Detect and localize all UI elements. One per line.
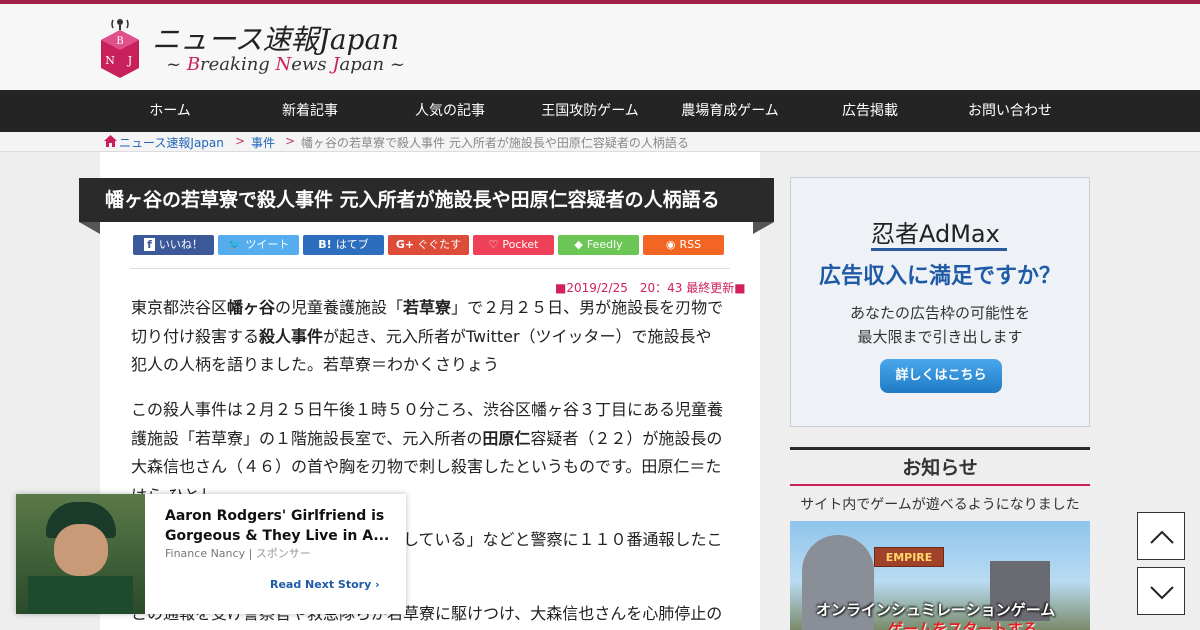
site-logo-icon[interactable]: B N J	[99, 16, 141, 80]
logo-letter-b: B	[116, 36, 123, 47]
share-label: ツイート	[245, 238, 290, 251]
ad-text-line-2: 最大限まで引き出します	[857, 328, 1023, 346]
chevron-up-icon	[1150, 530, 1174, 544]
bold-text: 幡ヶ谷	[227, 298, 276, 317]
breadcrumb-home[interactable]: ニュース速報Japan	[119, 134, 224, 151]
share-hatena-button[interactable]: B! はてブ	[303, 235, 384, 255]
read-next-link[interactable]: Read Next Story ›	[270, 578, 380, 591]
read-next-label: Read Next Story	[270, 578, 372, 591]
ad-brand: 忍者AdMax	[871, 214, 1007, 251]
share-label: はてブ	[335, 238, 369, 251]
logo-letter-j: J	[127, 54, 132, 67]
share-label: Feedly	[586, 238, 623, 251]
nav-new-articles[interactable]: 新着記事	[240, 90, 380, 132]
jersey-shape	[28, 576, 133, 614]
article-paragraph-2: この殺人事件は２月２５日午後１時５０分ころ、渋谷区幡ヶ谷３丁目にある児童養護施設…	[131, 396, 726, 510]
share-rss-button[interactable]: ◉ RSS	[643, 235, 724, 255]
article-paragraph-3: している」などと警察に１１０番通報したこ	[403, 530, 723, 549]
share-feedly-button[interactable]: ◆ Feedly	[558, 235, 639, 255]
bold-text: 殺人事件	[259, 326, 324, 346]
nav-advertise[interactable]: 広告掲載	[800, 90, 940, 132]
facebook-icon: f	[144, 238, 155, 251]
ad-brand-underline	[871, 248, 1007, 251]
breadcrumb-category[interactable]: 事件	[251, 134, 275, 151]
main-nav: ホーム 新着記事 人気の記事 王国攻防ゲーム 農場育成ゲーム 広告掲載 お問い合…	[0, 90, 1200, 132]
share-label: いいね！	[158, 238, 203, 251]
hatena-icon: B!	[318, 238, 332, 251]
game-logo: EMPIRE	[874, 547, 944, 567]
source-name: Finance Nancy	[165, 547, 246, 560]
bold-text: 若草寮	[403, 298, 452, 317]
chevron-down-icon	[1150, 586, 1174, 600]
popup-source: Finance Nancy | スポンサー	[165, 547, 311, 560]
subtitle-initial-j: J	[332, 54, 340, 75]
chevron-right-icon: ›	[375, 578, 380, 591]
article-paragraph-1: 東京都渋谷区幡ヶ谷の児童養護施設「若草寮」で２月２５日、男が施設長を刃物で切り付…	[131, 294, 726, 380]
subtitle-part: apan ~	[339, 54, 405, 75]
site-subtitle: ~ Breaking News Japan ~	[166, 54, 405, 75]
sponsor-label: スポンサー	[255, 547, 311, 560]
subtitle-part: ews	[291, 54, 333, 75]
share-facebook-button[interactable]: f いいね！	[133, 235, 214, 255]
share-pocket-button[interactable]: ♡ Pocket	[473, 235, 554, 255]
title-ribbon-fold-left	[79, 222, 100, 234]
text: の児童養護施設「	[275, 298, 404, 317]
game-banner-text: オンラインシュミレーションゲーム	[816, 601, 1056, 619]
notice-underline	[790, 484, 1090, 486]
subtitle-initial-n: N	[275, 54, 292, 75]
nav-kingdom-game[interactable]: 王国攻防ゲーム	[520, 90, 660, 132]
feedly-icon: ◆	[574, 238, 583, 251]
share-googleplus-button[interactable]: G+ ぐぐたす	[388, 235, 469, 255]
breadcrumb-separator: >	[285, 134, 296, 148]
scroll-up-button[interactable]	[1137, 512, 1185, 560]
divider	[130, 268, 730, 269]
nav-contact[interactable]: お問い合わせ	[940, 90, 1080, 132]
popup-headline[interactable]: Aaron Rodgers' Girlfriend is Gorgeous & …	[165, 506, 390, 546]
ad-details-button[interactable]: 詳しくはこちら	[880, 359, 1002, 393]
subtitle-part: reaking	[200, 54, 276, 75]
home-icon	[104, 135, 117, 147]
sponsored-popup[interactable]: Aaron Rodgers' Girlfriend is Gorgeous & …	[16, 494, 406, 614]
bold-text: 田原仁	[482, 428, 531, 448]
pocket-icon: ♡	[488, 238, 499, 251]
breadcrumb: ニュース速報Japan > 事件 > 幡ヶ谷の若草寮で殺人事件 元入所者が施設長…	[0, 132, 1200, 152]
breadcrumb-current: 幡ヶ谷の若草寮で殺人事件 元入所者が施設長や田原仁容疑者の人柄語る	[301, 136, 689, 150]
ad-question: 広告収入に満足ですか？	[818, 264, 1061, 289]
logo-letter-n: N	[105, 54, 115, 67]
breadcrumb-separator: >	[235, 134, 246, 148]
googleplus-icon: G+	[395, 238, 415, 251]
face-shape	[54, 524, 108, 576]
share-label: ぐぐたす	[417, 238, 462, 251]
nav-home[interactable]: ホーム	[100, 90, 240, 132]
popup-thumbnail[interactable]	[16, 494, 145, 614]
title-ribbon-fold-right	[753, 222, 774, 234]
notice-heading: お知らせ	[902, 457, 978, 479]
game-start-cta[interactable]: ゲームをスタートする	[888, 618, 1038, 630]
subtitle-part: ~	[166, 54, 187, 75]
rss-icon: ◉	[665, 238, 676, 251]
article-title: 幡ヶ谷の若草寮で殺人事件 元入所者が施設長や田原仁容疑者の人柄語る	[79, 178, 774, 222]
site-header: B N J ニュース速報Japan ~ Breaking News Japan …	[0, 4, 1200, 90]
sidebar-ad-admax[interactable]: 忍者AdMax 広告収入に満足ですか？ あなたの広告枠の可能性を 最大限まで引き…	[790, 177, 1090, 427]
twitter-icon: 🐦	[227, 238, 242, 251]
share-label: Pocket	[502, 238, 539, 251]
game-banner-ad[interactable]: EMPIRE オンラインシュミレーションゲーム ゲームをスタートする	[790, 521, 1090, 630]
nav-popular[interactable]: 人気の記事	[380, 90, 520, 132]
notice-top-border	[790, 447, 1090, 450]
ad-brand-text: 忍者AdMax	[871, 220, 1000, 248]
share-twitter-button[interactable]: 🐦 ツイート	[218, 235, 299, 255]
nav-farm-game[interactable]: 農場育成ゲーム	[660, 90, 800, 132]
scroll-down-button[interactable]	[1137, 567, 1185, 615]
notice-text: サイト内でゲームが遊べるようになりました	[800, 497, 1080, 513]
text: 東京都渋谷区	[131, 298, 228, 317]
subtitle-initial-b: B	[186, 54, 201, 75]
site-title[interactable]: ニュース速報Japan	[152, 18, 399, 58]
ad-text-line-1: あなたの広告枠の可能性を	[849, 304, 1030, 322]
share-label: RSS	[679, 238, 702, 251]
